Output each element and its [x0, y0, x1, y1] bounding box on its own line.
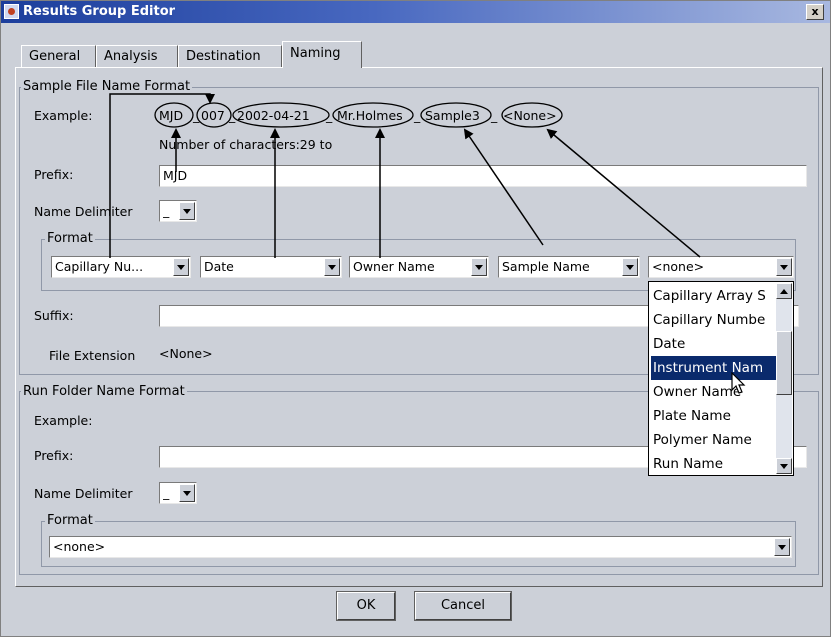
example-part-prefix: MJD [159, 108, 184, 123]
dropdown-item[interactable]: Capillary Numbe [651, 308, 776, 332]
example-part-none: <None> [503, 108, 557, 123]
chevron-down-icon[interactable] [622, 258, 638, 276]
name-delimiter-label: Name Delimiter [34, 204, 133, 219]
format-combo-3-value: Owner Name [353, 259, 435, 274]
example-sep: _ [193, 108, 200, 123]
file-extension-label: File Extension [49, 348, 136, 363]
format-combo-5[interactable]: <none> [648, 256, 794, 278]
suffix-label: Suffix: [34, 308, 74, 323]
format-group-title: Format [45, 231, 95, 246]
example-sep: _ [326, 108, 333, 123]
run-name-delimiter-value: _ [163, 485, 170, 500]
format-combo-2-value: Date [204, 259, 234, 274]
chevron-down-icon[interactable] [471, 258, 487, 276]
dropdown-item[interactable]: Polymer Name [651, 428, 776, 452]
format-dropdown-list[interactable]: Capillary Array S Capillary Numbe Date I… [648, 281, 794, 476]
format-combo-4[interactable]: Sample Name [498, 256, 640, 278]
format-combo-4-value: Sample Name [502, 259, 590, 274]
file-extension-value: <None> [159, 346, 213, 361]
dropdown-item[interactable]: Plate Name [651, 404, 776, 428]
example-sep: _ [229, 108, 236, 123]
tab-naming[interactable]: Naming [282, 41, 362, 68]
dropdown-item[interactable]: Date [651, 332, 776, 356]
run-format-group-title: Format [45, 513, 95, 528]
title-bar[interactable]: Results Group Editor x [1, 1, 830, 23]
prefix-input[interactable]: MJD [159, 165, 807, 187]
chevron-down-icon[interactable] [324, 258, 340, 276]
dropdown-scrollbar[interactable] [776, 283, 792, 474]
window-title: Results Group Editor [23, 4, 176, 19]
run-name-delimiter-label: Name Delimiter [34, 486, 133, 501]
example-sep: _ [491, 108, 498, 123]
results-group-editor-window: Results Group Editor x General Analysis … [0, 0, 831, 637]
scroll-up-icon[interactable] [776, 283, 792, 299]
example-label: Example: [34, 108, 93, 123]
name-delimiter-value: _ [163, 203, 170, 218]
run-format-combo[interactable]: <none> [49, 536, 792, 558]
format-combo-3[interactable]: Owner Name [349, 256, 489, 278]
run-format-value: <none> [53, 539, 106, 554]
dropdown-item[interactable]: Owner Name [651, 380, 776, 404]
format-combo-1[interactable]: Capillary Nu... [51, 256, 191, 278]
dropdown-item[interactable]: Capillary Array S [651, 284, 776, 308]
cancel-button[interactable]: Cancel [414, 591, 512, 621]
chevron-down-icon[interactable] [173, 258, 189, 276]
chevron-down-icon[interactable] [774, 538, 790, 556]
example-part-capillary: 007 [201, 108, 225, 123]
name-delimiter-combo[interactable]: _ [159, 200, 197, 222]
example-part-owner: Mr.Holmes [337, 108, 403, 123]
tab-general[interactable]: General [21, 45, 96, 67]
format-combo-2[interactable]: Date [200, 256, 342, 278]
chevron-down-icon[interactable] [776, 258, 792, 276]
dropdown-item[interactable]: Run Name [651, 452, 776, 476]
app-icon [4, 4, 19, 19]
tab-analysis[interactable]: Analysis [96, 45, 178, 67]
ok-button[interactable]: OK [336, 591, 396, 621]
tab-destination[interactable]: Destination [178, 45, 282, 67]
example-sep: _ [414, 108, 421, 123]
example-part-date: 2002-04-21 [237, 108, 310, 123]
mouse-cursor-icon [731, 372, 746, 394]
format-combo-1-value: Capillary Nu... [55, 259, 144, 274]
dropdown-item-selected[interactable]: Instrument Nam [651, 356, 776, 380]
prefix-label: Prefix: [34, 167, 74, 182]
close-button[interactable]: x [806, 4, 824, 20]
run-prefix-label: Prefix: [34, 448, 74, 463]
run-name-delimiter-combo[interactable]: _ [159, 482, 197, 504]
run-example-label: Example: [34, 413, 93, 428]
num-chars-text: Number of characters:29 to [159, 137, 333, 152]
format-combo-5-value: <none> [652, 259, 705, 274]
scroll-down-icon[interactable] [776, 458, 792, 474]
sample-file-group-title: Sample File Name Format [21, 79, 193, 94]
example-part-sample: Sample3 [425, 108, 480, 123]
scroll-thumb[interactable] [776, 331, 792, 395]
chevron-down-icon[interactable] [179, 484, 195, 502]
run-folder-group-title: Run Folder Name Format [21, 384, 187, 399]
chevron-down-icon[interactable] [179, 202, 195, 220]
